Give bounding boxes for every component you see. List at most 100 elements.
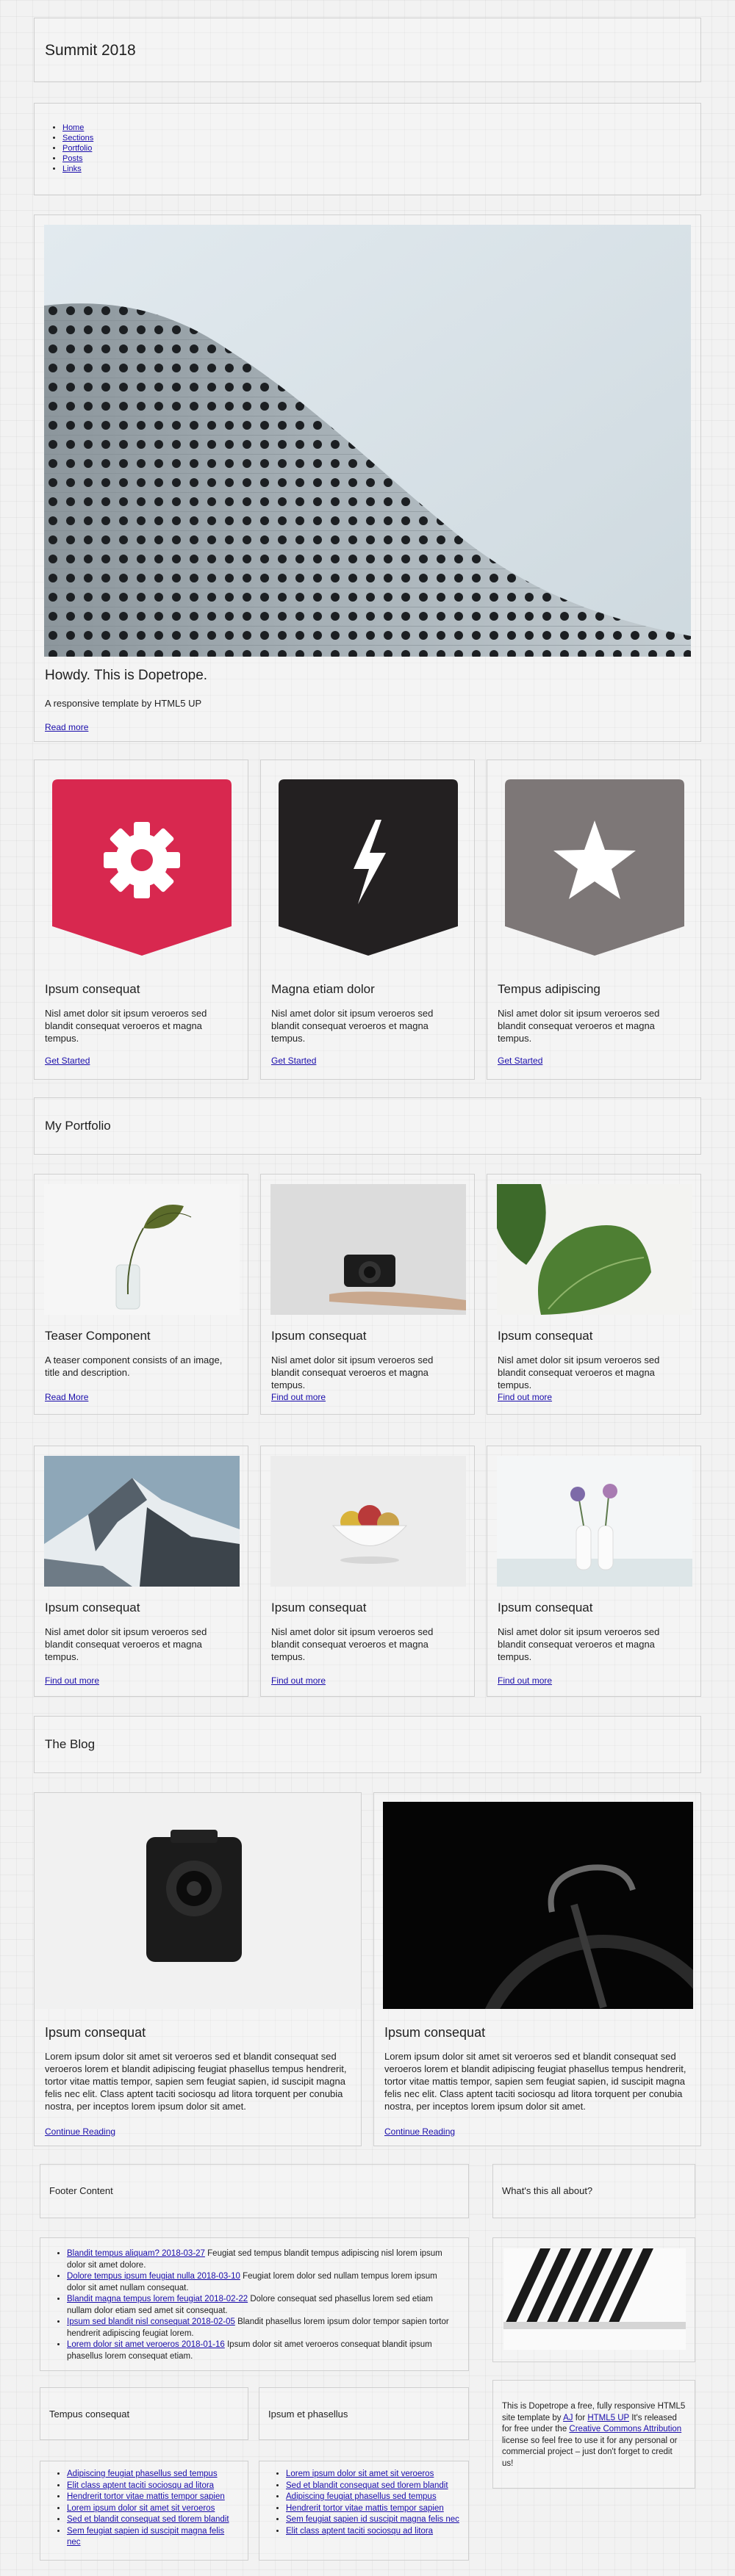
nav-link-posts[interactable]: Posts xyxy=(62,154,83,163)
footer-col2-link[interactable]: Adipiscing feugiat phasellus sed tempus xyxy=(286,2492,437,2501)
footer-news-item: Lorem dolor sit amet veroeros 2018-01-16… xyxy=(67,2339,452,2362)
gear-icon xyxy=(104,822,180,898)
portfolio-read-more-link[interactable]: Read More xyxy=(45,1392,88,1402)
nav-item: Posts xyxy=(62,154,93,164)
footer-col1-item: Adipiscing feugiat phasellus sed tempus xyxy=(67,2469,239,2481)
footer-news-link[interactable]: Ipsum sed blandit nisl consequat 2018-02… xyxy=(67,2317,235,2326)
portfolio-card: Teaser Component A teaser component cons… xyxy=(34,1174,248,1415)
feature-title: Magna etiam dolor xyxy=(271,982,375,996)
footer-col2-heading: Ipsum et phasellus xyxy=(268,2409,348,2420)
footer-col2-heading-box: Ipsum et phasellus xyxy=(259,2387,469,2440)
portfolio-image-camera-hand xyxy=(270,1184,466,1315)
portfolio-image-vases xyxy=(497,1456,692,1587)
blog-continue-reading-link[interactable]: Continue Reading xyxy=(384,2126,455,2137)
blog-post: Ipsum consequat Lorem ipsum dolor sit am… xyxy=(34,1792,362,2146)
footer-col2-link[interactable]: Sed et blandit consequat sed tlorem blan… xyxy=(286,2481,448,2490)
footer-news-item: Ipsum sed blandit nisl consequat 2018-02… xyxy=(67,2317,452,2339)
site-title: Summit 2018 xyxy=(45,42,136,59)
portfolio-find-out-more-link[interactable]: Find out more xyxy=(271,1392,326,1402)
about-link-html5up[interactable]: HTML5 UP xyxy=(587,2414,629,2422)
footer-col1-link[interactable]: Sem feugiat sapien id suscipit magna fel… xyxy=(67,2527,224,2547)
feature-badge-star xyxy=(505,779,684,956)
portfolio-card: Ipsum consequat Nisl amet dolor sit ipsu… xyxy=(487,1446,701,1697)
blog-image-bicycle xyxy=(383,1802,693,2009)
portfolio-heading: My Portfolio xyxy=(45,1119,111,1133)
feature-text: Nisl amet dolor sit ipsum veroeros sed b… xyxy=(45,1008,207,1044)
footer-col2-link[interactable]: Lorem ipsum dolor sit amet sit veroeros xyxy=(286,2469,434,2478)
portfolio-card: Ipsum consequat Nisl amet dolor sit ipsu… xyxy=(260,1174,475,1415)
nav-link-home[interactable]: Home xyxy=(62,123,84,132)
about-link-creative-commons[interactable]: Creative Commons Attribution xyxy=(569,2425,681,2434)
footer-col2-item: Elit class aptent taciti sociosqu ad lit… xyxy=(286,2526,459,2538)
site-header: Summit 2018 xyxy=(34,18,701,82)
portfolio-find-out-more-link[interactable]: Find out more xyxy=(45,1675,99,1686)
about-text-part: license so feel free to use it for any p… xyxy=(502,2436,678,2468)
feature-text: Nisl amet dolor sit ipsum veroeros sed b… xyxy=(271,1008,434,1044)
blog-post-text: Lorem ipsum dolor sit amet sit veroeros … xyxy=(45,2051,347,2112)
feature-get-started-link[interactable]: Get Started xyxy=(45,1056,90,1066)
footer-news-link[interactable]: Lorem dolor sit amet veroeros 2018-01-16 xyxy=(67,2340,225,2349)
nav-link-portfolio[interactable]: Portfolio xyxy=(62,144,92,153)
about-text-part: for xyxy=(573,2413,588,2422)
feature-title: Tempus adipiscing xyxy=(498,982,600,996)
blog-image-camera xyxy=(35,1793,361,2009)
footer-col1-item: Elit class aptent taciti sociosqu ad lit… xyxy=(67,2481,239,2492)
footer-col1-links-box: Adipiscing feugiat phasellus sed tempus … xyxy=(40,2461,248,2561)
footer-col1-link[interactable]: Hendrerit tortor vitae mattis tempor sap… xyxy=(67,2492,225,2501)
nav-link-sections[interactable]: Sections xyxy=(62,134,93,142)
portfolio-find-out-more-link[interactable]: Find out more xyxy=(498,1675,552,1686)
portfolio-title: Ipsum consequat xyxy=(271,1329,367,1343)
feature-get-started-link[interactable]: Get Started xyxy=(271,1056,316,1066)
portfolio-find-out-more-link[interactable]: Find out more xyxy=(498,1392,552,1402)
footer-news-list: Blandit tempus aliquam? 2018-03-27 Feugi… xyxy=(40,2248,452,2362)
blog-post: Ipsum consequat Lorem ipsum dolor sit am… xyxy=(373,1792,701,2146)
footer-col1-link[interactable]: Adipiscing feugiat phasellus sed tempus xyxy=(67,2469,218,2478)
footer-col1-link[interactable]: Lorem ipsum dolor sit amet sit veroeros xyxy=(67,2504,215,2513)
about-heading-box: What's this all about? xyxy=(492,2164,695,2218)
nav-item: Home xyxy=(62,123,93,133)
site-nav: Home Sections Portfolio Posts Links xyxy=(34,103,701,195)
nav-link-links[interactable]: Links xyxy=(62,165,82,173)
portfolio-image-leaf xyxy=(497,1184,692,1315)
about-link-aj[interactable]: AJ xyxy=(563,2414,573,2422)
footer-news-link[interactable]: Blandit tempus aliquam? 2018-03-27 xyxy=(67,2249,205,2258)
feature-card: Magna etiam dolor Nisl amet dolor sit ip… xyxy=(260,760,475,1080)
footer-news-link[interactable]: Blandit magna tempus lorem feugiat 2018-… xyxy=(67,2295,248,2303)
about-image-box xyxy=(492,2237,695,2362)
footer-col1-list: Adipiscing feugiat phasellus sed tempus … xyxy=(40,2469,239,2549)
feature-get-started-link[interactable]: Get Started xyxy=(498,1056,542,1066)
portfolio-image-mountain xyxy=(44,1456,240,1587)
portfolio-text: Nisl amet dolor sit ipsum veroeros sed b… xyxy=(271,1626,434,1662)
footer-col1-item: Sem feugiat sapien id suscipit magna fel… xyxy=(67,2526,239,2549)
footer-col2-item: Sem feugiat sapien id suscipit magna fel… xyxy=(286,2514,459,2526)
hero-read-more-link[interactable]: Read more xyxy=(45,722,88,732)
footer-news-link[interactable]: Dolore tempus ipsum feugiat nulla 2018-0… xyxy=(67,2272,240,2281)
portfolio-card: Ipsum consequat Nisl amet dolor sit ipsu… xyxy=(487,1174,701,1415)
feature-card: Ipsum consequat Nisl amet dolor sit ipsu… xyxy=(34,760,248,1080)
footer-news-box: Blandit tempus aliquam? 2018-03-27 Feugi… xyxy=(40,2237,469,2371)
footer-news-item: Blandit magna tempus lorem feugiat 2018-… xyxy=(67,2294,452,2317)
portfolio-title: Teaser Component xyxy=(45,1329,151,1343)
footer-news-item: Blandit tempus aliquam? 2018-03-27 Feugi… xyxy=(67,2248,452,2271)
footer-content-heading: Footer Content xyxy=(49,2185,113,2196)
footer-col1-item: Hendrerit tortor vitae mattis tempor sap… xyxy=(67,2492,239,2503)
blog-post-title: Ipsum consequat xyxy=(384,2025,486,2040)
about-image-awning xyxy=(503,2248,686,2350)
hero-text: A responsive template by HTML5 UP xyxy=(45,698,202,709)
portfolio-text: Nisl amet dolor sit ipsum veroeros sed b… xyxy=(271,1354,434,1390)
footer-content-heading-box: Footer Content xyxy=(40,2164,469,2218)
blog-continue-reading-link[interactable]: Continue Reading xyxy=(45,2126,115,2137)
footer-col1-link[interactable]: Sed et blandit consequat sed tlorem blan… xyxy=(67,2515,229,2524)
footer-col1-heading-box: Tempus consequat xyxy=(40,2387,248,2440)
portfolio-text: A teaser component consists of an image,… xyxy=(45,1354,223,1378)
footer-col2-link[interactable]: Elit class aptent taciti sociosqu ad lit… xyxy=(286,2527,433,2536)
portfolio-image-plant xyxy=(44,1184,240,1315)
footer-col2-item: Sed et blandit consequat sed tlorem blan… xyxy=(286,2481,459,2492)
feature-title: Ipsum consequat xyxy=(45,982,140,996)
feature-badge-gear xyxy=(52,779,232,956)
nav-item: Portfolio xyxy=(62,143,93,154)
footer-col2-link[interactable]: Hendrerit tortor vitae mattis tempor sap… xyxy=(286,2504,444,2513)
footer-col1-link[interactable]: Elit class aptent taciti sociosqu ad lit… xyxy=(67,2481,214,2490)
portfolio-find-out-more-link[interactable]: Find out more xyxy=(271,1675,326,1686)
footer-col2-link[interactable]: Sem feugiat sapien id suscipit magna fel… xyxy=(286,2515,459,2524)
